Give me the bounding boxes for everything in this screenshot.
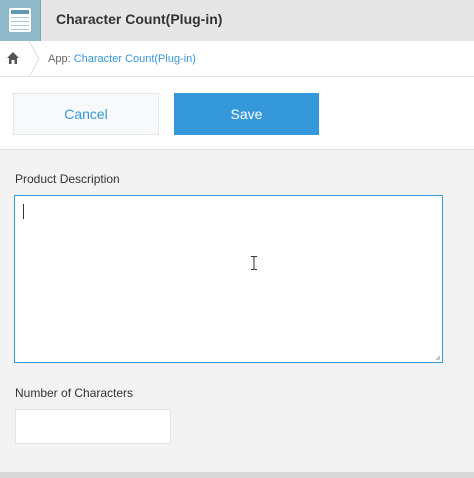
character-count-field[interactable] [15,409,171,444]
cancel-button[interactable]: Cancel [13,93,159,135]
product-description-label: Product Description [15,172,120,186]
breadcrumb-app-link[interactable]: Character Count(Plug-in) [74,53,196,65]
bottom-bar [0,472,474,478]
resize-grip-icon[interactable] [435,355,441,361]
app-header: Character Count(Plug-in) [0,0,474,41]
character-count-label: Number of Characters [15,386,134,400]
breadcrumb-path: App: Character Count(Plug-in) [48,53,196,65]
breadcrumb-prefix: App: [48,53,74,65]
app-title: Character Count(Plug-in) [56,11,223,27]
record-toolbar: Cancel Save [0,77,474,150]
product-description-textarea[interactable] [14,195,443,363]
text-caret [23,204,24,219]
breadcrumb-separator-icon [28,41,40,77]
breadcrumb: App: Character Count(Plug-in) [0,41,474,77]
ibeam-cursor-icon [251,256,257,270]
home-icon[interactable] [6,51,20,65]
save-button[interactable]: Save [174,93,319,135]
spreadsheet-app-icon[interactable] [0,0,41,41]
